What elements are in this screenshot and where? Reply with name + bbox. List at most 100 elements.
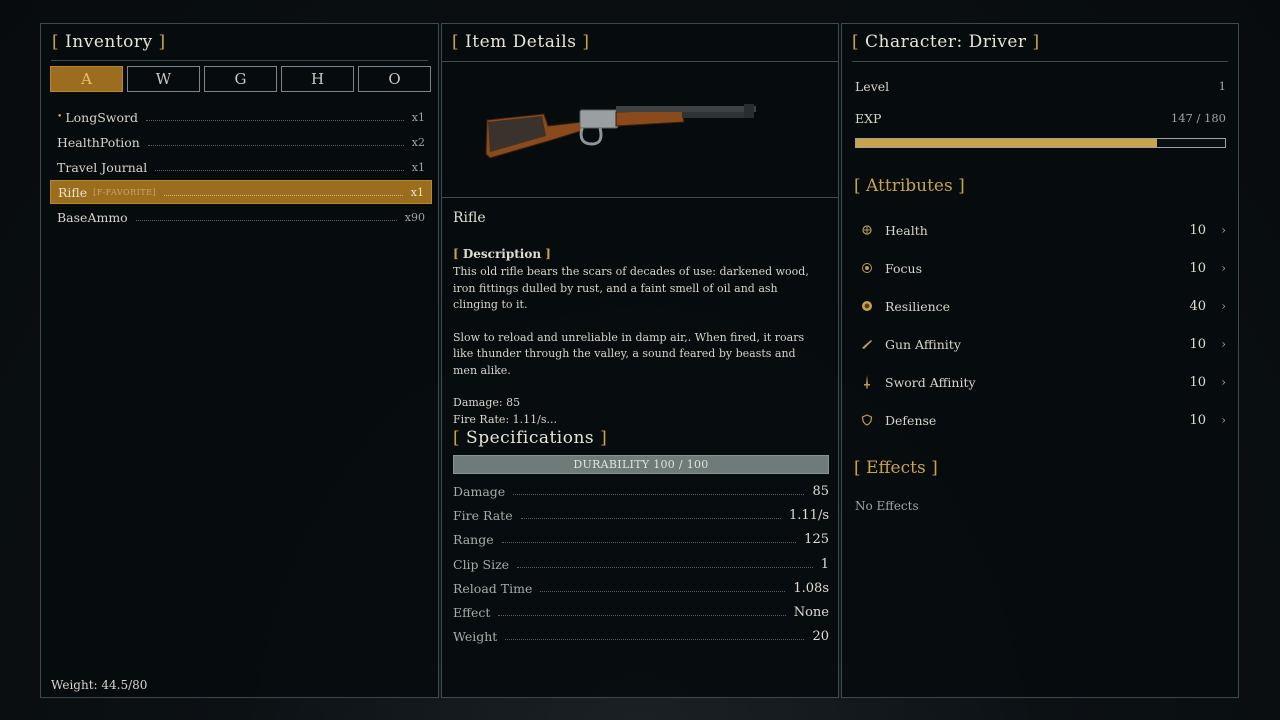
description-paragraph-2: Slow to reload and unreliable in damp ai… <box>453 330 805 377</box>
resilience-icon <box>855 300 879 312</box>
description-paragraph-1: This old rifle bears the scars of decade… <box>453 265 809 311</box>
attribute-value: 10 <box>1189 374 1206 390</box>
spec-label: Range <box>453 532 494 548</box>
attribute-row[interactable]: Defense 10 › <box>855 401 1226 439</box>
inventory-item-qty: x1 <box>411 160 425 174</box>
attribute-row[interactable]: Sword Affinity 10 › <box>855 363 1226 401</box>
spec-row: Clip Size 1 <box>453 552 829 576</box>
spec-row: Damage 85 <box>453 479 829 503</box>
character-title: [ Character: Driver ] <box>852 32 1040 52</box>
item-name: Rifle <box>453 210 486 226</box>
chevron-right-icon[interactable]: › <box>1206 375 1226 389</box>
inventory-item-name: HealthPotion <box>57 134 140 150</box>
spec-value: 125 <box>804 532 829 548</box>
image-divider <box>442 197 838 198</box>
tab-g[interactable]: G <box>204 66 277 92</box>
inventory-item[interactable]: HealthPotion x2 <box>50 130 432 154</box>
dotted-leader <box>540 590 786 592</box>
specifications-list: Damage 85 Fire Rate 1.11/s Range 125 Clip Size… <box>453 479 829 649</box>
inventory-item-name: LongSword <box>65 109 138 125</box>
exp-progress-bar <box>855 138 1226 148</box>
attribute-row[interactable]: Focus 10 › <box>855 249 1226 287</box>
health-icon <box>855 224 879 236</box>
spec-row: Reload Time 1.08s <box>453 576 829 600</box>
attribute-value: 10 <box>1189 412 1206 428</box>
description-body: This old rifle bears the scars of decade… <box>453 264 823 428</box>
attribute-label: Sword Affinity <box>885 374 976 390</box>
tab-w[interactable]: W <box>127 66 200 92</box>
inventory-item-qty: x1 <box>411 110 425 124</box>
dotted-leader <box>164 194 403 196</box>
spec-value: 1 <box>820 556 829 572</box>
exp-value: 147 / 180 <box>1170 111 1226 125</box>
chevron-right-icon[interactable]: › <box>1206 223 1226 237</box>
exp-label: EXP <box>855 111 882 126</box>
inventory-item[interactable]: Rifle [F-FAVORITE] x1 <box>50 180 432 204</box>
spec-value: None <box>793 605 829 621</box>
spec-label: Reload Time <box>453 580 533 596</box>
inventory-item[interactable]: • LongSword x1 <box>50 105 432 129</box>
attribute-row[interactable]: Resilience 40 › <box>855 287 1226 325</box>
inventory-item-name: Travel Journal <box>57 159 148 175</box>
spec-row: Effect None <box>453 600 829 624</box>
attributes-list: Health 10 › Focus 10 › Resilience 40 › Gun Affini… <box>855 211 1226 439</box>
dotted-leader <box>520 517 781 519</box>
spec-row: Fire Rate 1.11/s <box>453 503 829 527</box>
effects-title: [ Effects ] <box>854 458 938 478</box>
spec-value: 85 <box>812 483 829 499</box>
sword-icon <box>855 375 879 389</box>
favorite-tag: [F-FAVORITE] <box>93 187 157 197</box>
inventory-item-qty: x1 <box>410 185 424 199</box>
attribute-row[interactable]: Health 10 › <box>855 211 1226 249</box>
level-value: 1 <box>1218 79 1226 93</box>
attribute-label: Focus <box>885 260 922 276</box>
durability-bar: DURABILITY 100 / 100 <box>453 455 829 474</box>
specifications-title: [ Specifications ] <box>453 428 608 448</box>
spec-label: Effect <box>453 605 491 621</box>
inventory-panel: [ Inventory ] AWGHO • LongSword x1 HealthPo… <box>40 23 439 698</box>
rifle-image <box>485 104 756 159</box>
spec-label: Weight <box>453 629 498 645</box>
spec-row: Weight 20 <box>453 625 829 649</box>
inventory-list: • LongSword x1 HealthPotion x2 Travel Journal… <box>50 105 432 230</box>
attribute-value: 10 <box>1189 222 1206 238</box>
character-divider <box>852 61 1228 62</box>
dotted-leader <box>505 639 805 641</box>
spec-label: Fire Rate <box>453 507 513 523</box>
tab-o[interactable]: O <box>358 66 431 92</box>
inventory-item-qty: x90 <box>404 210 425 224</box>
description-firerate: Fire Rate: 1.11/s... <box>453 412 557 426</box>
dotted-leader <box>135 219 397 221</box>
inventory-item[interactable]: BaseAmmo x90 <box>50 205 432 229</box>
effects-text: No Effects <box>855 499 919 513</box>
attributes-title: [ Attributes ] <box>854 176 965 196</box>
dotted-leader <box>513 493 805 495</box>
inventory-item-qty: x2 <box>411 135 425 149</box>
item-details-divider <box>442 61 838 62</box>
focus-icon <box>855 262 879 274</box>
attribute-label: Defense <box>885 412 937 428</box>
attribute-label: Health <box>885 222 928 238</box>
attribute-value: 40 <box>1189 298 1206 314</box>
attribute-label: Gun Affinity <box>885 336 961 352</box>
dotted-leader <box>517 566 813 568</box>
chevron-right-icon[interactable]: › <box>1206 261 1226 275</box>
attribute-label: Resilience <box>885 298 951 314</box>
chevron-right-icon[interactable]: › <box>1206 413 1226 427</box>
spec-value: 1.11/s <box>789 507 829 523</box>
chevron-right-icon[interactable]: › <box>1206 337 1226 351</box>
dotted-leader <box>155 169 404 171</box>
inventory-divider <box>51 60 428 61</box>
new-item-marker: • <box>57 112 63 122</box>
inventory-item[interactable]: Travel Journal x1 <box>50 155 432 179</box>
description-heading: [ Description ] <box>453 247 551 261</box>
dotted-leader <box>501 542 797 544</box>
inventory-title: [ Inventory ] <box>52 32 166 52</box>
shield-icon <box>855 414 879 426</box>
chevron-right-icon[interactable]: › <box>1206 299 1226 313</box>
gun-icon <box>855 338 879 350</box>
attribute-row[interactable]: Gun Affinity 10 › <box>855 325 1226 363</box>
tab-h[interactable]: H <box>281 66 354 92</box>
tab-a[interactable]: A <box>50 66 123 92</box>
level-row: Level 1 <box>855 79 1226 94</box>
